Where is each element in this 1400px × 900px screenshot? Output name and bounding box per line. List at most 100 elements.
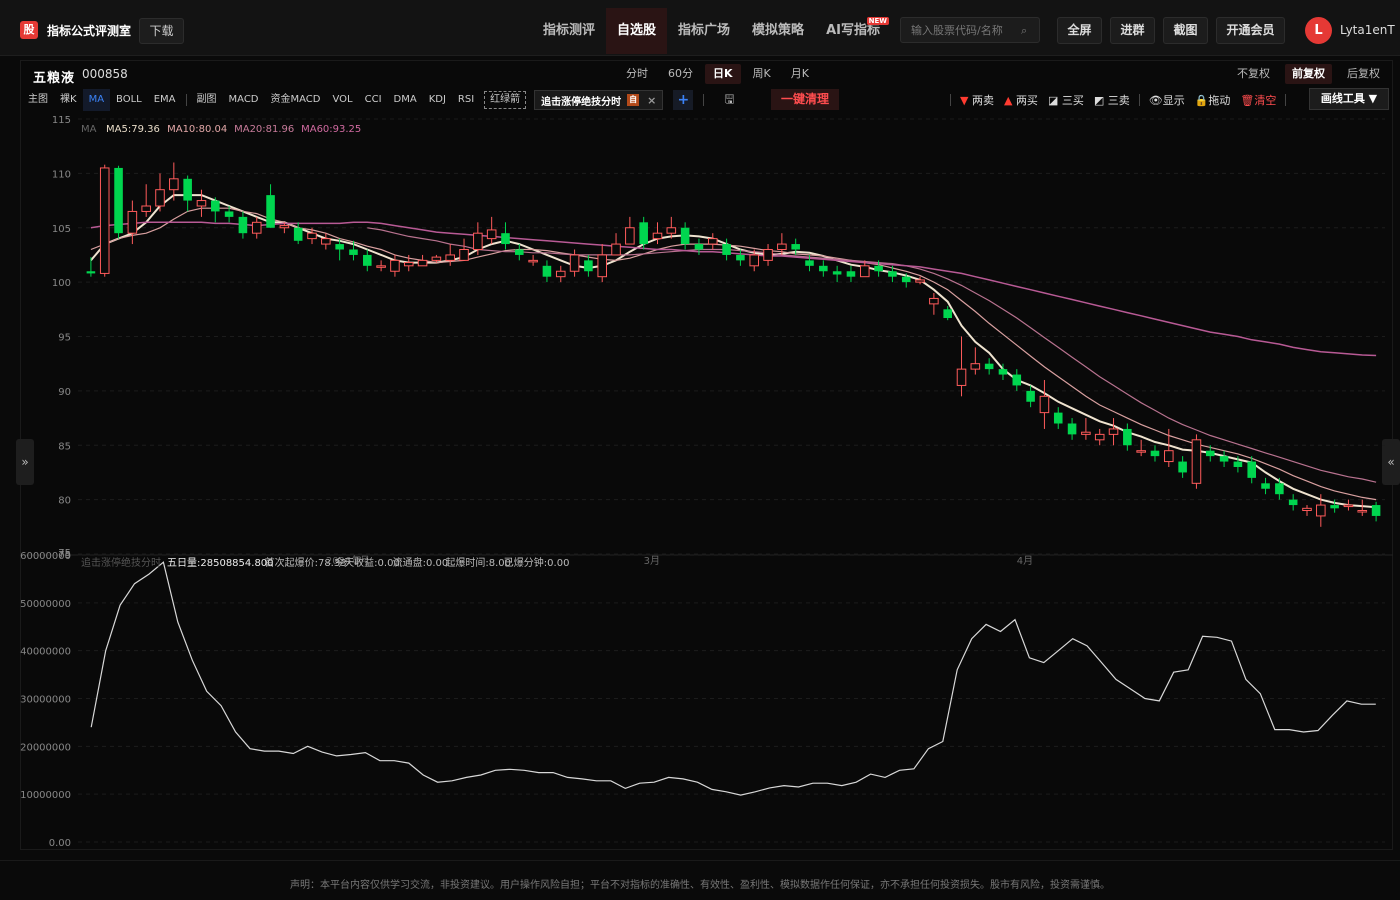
y-tick-label: 40000000 <box>20 647 71 658</box>
candle-body-up <box>763 249 773 261</box>
y-tick-label: 95 <box>58 333 71 344</box>
y-tick-label: 10000000 <box>20 790 71 801</box>
y-tick-label: 0.00 <box>49 838 71 849</box>
y-tick-label: 100 <box>52 278 71 289</box>
candle-body-down <box>1288 499 1298 506</box>
candle-body-up <box>459 249 469 261</box>
candle-body-down <box>266 195 275 228</box>
candle-body-down <box>888 271 897 277</box>
candle-body-up <box>625 227 635 245</box>
candle-body-down <box>515 249 524 255</box>
candle-body-up <box>1302 507 1312 512</box>
candle-body-down <box>293 227 303 241</box>
y-tick-label: 75 <box>58 548 71 559</box>
candle-body-down <box>1233 461 1243 467</box>
candle-body-up <box>390 259 400 272</box>
y-tick-label: 50000000 <box>20 599 71 610</box>
candle-body-down <box>1205 450 1215 457</box>
disclaimer-text: 声明：本平台内容仅供学习交流，非投资建议。用户操作风险自担；平台不对指标的准确性… <box>290 880 1110 891</box>
candle-body-down <box>680 227 690 245</box>
candle-body-up <box>859 265 870 278</box>
candle-body-down <box>183 178 192 201</box>
y-tick-label: 115 <box>52 115 71 126</box>
ma-line-ma20 <box>367 227 1377 483</box>
indicator-legend-item: 已爆分钟:0.00 <box>504 556 570 569</box>
candle-body-up <box>279 225 290 229</box>
candle-body-up <box>403 262 414 267</box>
y-tick-label: 110 <box>52 169 71 180</box>
y-tick-label: 20000000 <box>20 742 71 753</box>
candle-body-up <box>127 210 138 234</box>
candle-body-down <box>1219 456 1229 462</box>
y-tick-label: 105 <box>52 224 71 235</box>
candle-body-up <box>1357 510 1368 513</box>
candle-body-up <box>956 368 967 386</box>
ma-line-ma10 <box>90 207 1377 501</box>
ma-legend-label: MA <box>81 124 97 135</box>
candle-body-down <box>791 244 800 250</box>
candle-body-up <box>1316 504 1326 517</box>
y-tick-label: 30000000 <box>20 695 71 706</box>
candle-body-down <box>335 244 344 250</box>
indicator-line <box>90 561 1376 796</box>
y-tick-label: 90 <box>58 387 71 398</box>
candle-body-down <box>694 244 704 250</box>
candle-body-up <box>251 221 262 234</box>
candle-body-down <box>639 222 648 245</box>
candle-body-down <box>224 211 234 217</box>
candle-body-down <box>984 363 994 370</box>
x-axis-label: 4月 <box>1017 555 1033 567</box>
candle-body-down <box>114 167 123 234</box>
y-tick-label: 80 <box>58 496 71 507</box>
candle-body-up <box>431 256 442 261</box>
candle-body-up <box>777 243 787 250</box>
candle-body-down <box>1012 374 1022 386</box>
x-axis-label: 3月 <box>644 555 660 567</box>
ma-legend-item: MA20:81.96 <box>234 124 294 135</box>
candle-body-up <box>970 363 981 370</box>
candle-body-up <box>1094 433 1105 441</box>
candle-body-down <box>1178 461 1187 473</box>
candle-body-up <box>1039 395 1050 414</box>
candle-body-up <box>141 205 151 212</box>
candle-body-down <box>210 200 220 212</box>
candle-body-down <box>584 260 593 272</box>
candle-body-down <box>722 244 731 255</box>
candle-body-down <box>736 254 745 261</box>
candle-body-up <box>376 265 386 268</box>
candle-body-down <box>501 233 510 245</box>
candle-body-down <box>1247 461 1257 478</box>
candle-body-down <box>238 216 248 234</box>
ma-legend-item: MA60:93.25 <box>301 124 361 135</box>
candle-body-up <box>155 189 165 207</box>
candle-body-down <box>832 271 842 275</box>
candle-body-up <box>99 167 110 274</box>
candle-body-up <box>1108 428 1119 435</box>
candle-body-up <box>652 232 663 240</box>
candle-body-down <box>1123 428 1132 446</box>
candle-body-down <box>363 254 372 266</box>
candle-body-up <box>321 238 331 245</box>
candle-body-up <box>1191 439 1202 484</box>
ma-legend-item: MA5:79.36 <box>106 124 160 135</box>
candle-body-up <box>749 254 760 267</box>
candle-body-up <box>1136 450 1146 453</box>
candle-body-down <box>1067 423 1077 435</box>
candle-body-down <box>349 249 358 255</box>
candle-body-down <box>874 265 883 272</box>
candle-body-up <box>569 254 580 272</box>
y-tick-label: 85 <box>58 441 71 452</box>
candle-body-up <box>169 178 179 191</box>
ma-line-ma60 <box>90 221 1377 357</box>
candle-body-down <box>943 309 952 319</box>
kline-chart[interactable]: 115 110 105 100 95 90 85 80 75 MA MA5:79.36 MA10:80… <box>0 0 1400 860</box>
candle-body-down <box>1330 505 1339 509</box>
candle-body-down <box>1275 483 1284 495</box>
candle-body-down <box>1261 483 1270 489</box>
candle-body-down <box>86 271 96 274</box>
candle-body-up <box>929 297 939 305</box>
footer-divider <box>0 860 1400 861</box>
indicator-legend-item: 五日量:28508854.800 <box>167 557 274 569</box>
candle-body-up <box>1081 431 1091 435</box>
candle-body-up <box>528 259 538 263</box>
